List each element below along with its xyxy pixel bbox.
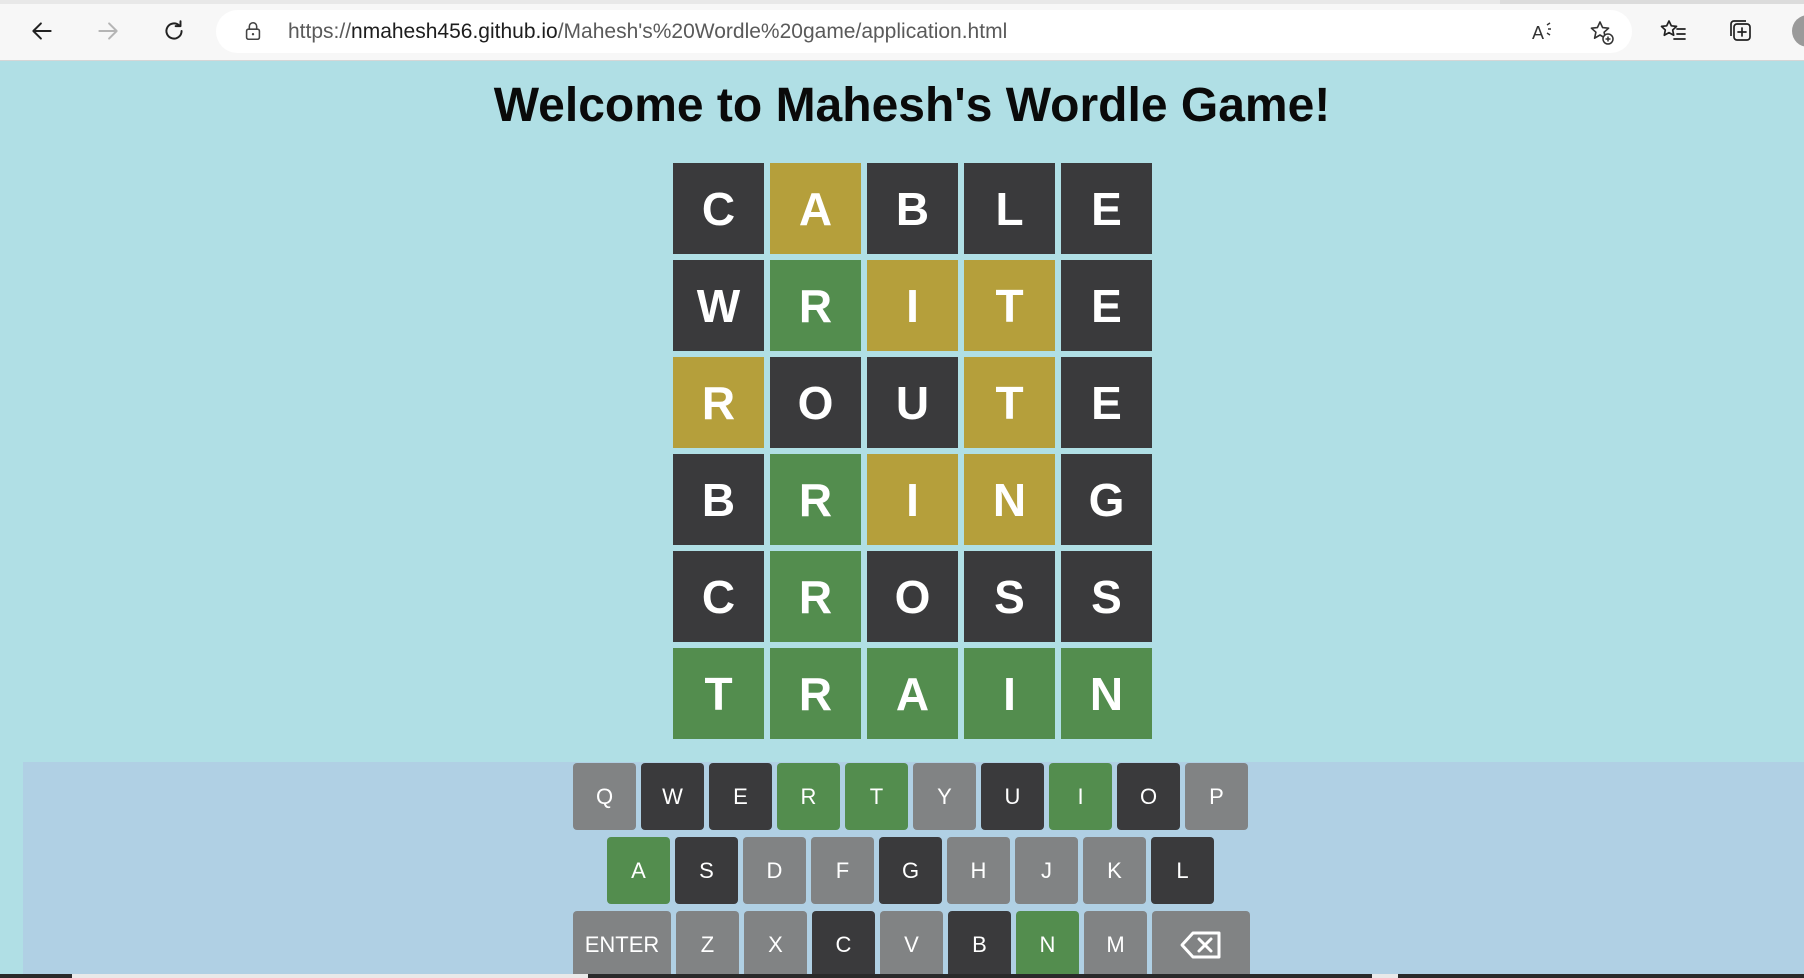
active-tab-indicator [0,0,1500,4]
keyboard-row-1: QWERTYUIOP [573,763,1248,830]
key-h[interactable]: H [947,837,1010,904]
board-tile: L [964,163,1055,254]
key-b[interactable]: B [948,911,1011,978]
taskbar-gap [72,974,588,978]
key-g[interactable]: G [879,837,942,904]
key-k[interactable]: K [1083,837,1146,904]
board-tile: W [673,260,764,351]
keyboard-row-2: ASDFGHJKL [607,837,1214,904]
key-t[interactable]: T [845,763,908,830]
back-button[interactable] [22,12,62,50]
url-prefix: https:// [288,20,352,43]
backspace-key[interactable] [1152,911,1250,978]
board-tile: S [1061,551,1152,642]
key-x[interactable]: X [744,911,807,978]
key-l[interactable]: L [1151,837,1214,904]
board-tile: O [770,357,861,448]
key-y[interactable]: Y [913,763,976,830]
board-tile: B [673,454,764,545]
key-e[interactable]: E [709,763,772,830]
key-r[interactable]: R [777,763,840,830]
board-tile: A [770,163,861,254]
url-text[interactable]: https://nmahesh456.github.io/Mahesh's%20… [288,20,1007,44]
refresh-button[interactable] [154,12,194,50]
key-m[interactable]: M [1084,911,1147,978]
key-w[interactable]: W [641,763,704,830]
board-tile: C [673,551,764,642]
board-tile: R [770,648,861,739]
key-u[interactable]: U [981,763,1044,830]
taskbar-gap [1372,974,1398,978]
lock-icon[interactable] [242,20,264,42]
board-tile: E [1061,163,1152,254]
forward-button[interactable] [88,12,128,50]
backspace-icon [1180,931,1221,958]
address-bar[interactable]: https://nmahesh456.github.io/Mahesh's%20… [216,10,1632,53]
board-tile: I [964,648,1055,739]
board-tile: N [1061,648,1152,739]
board-tile: R [770,454,861,545]
board-tile: C [673,163,764,254]
board-tile: E [1061,260,1152,351]
add-favorite-icon[interactable] [1588,19,1614,45]
key-o[interactable]: O [1117,763,1180,830]
key-n[interactable]: N [1016,911,1079,978]
board-tile: N [964,454,1055,545]
key-j[interactable]: J [1015,837,1078,904]
key-i[interactable]: I [1049,763,1112,830]
refresh-icon [165,20,183,40]
board-tile: B [867,163,958,254]
arrow-right-icon [98,22,118,40]
board-tile: S [964,551,1055,642]
favorites-icon[interactable] [1658,16,1688,46]
key-v[interactable]: V [880,911,943,978]
board-tile: A [867,648,958,739]
board-tile: T [673,648,764,739]
key-d[interactable]: D [743,837,806,904]
key-s[interactable]: S [675,837,738,904]
key-c[interactable]: C [812,911,875,978]
keyboard-row-3: ENTER Z X C V B N M [573,911,1250,978]
collections-icon[interactable] [1726,16,1756,46]
board-tile: R [770,551,861,642]
key-q[interactable]: Q [573,763,636,830]
key-a[interactable]: A [607,837,670,904]
svg-text:A: A [1532,23,1544,43]
board-tile: O [867,551,958,642]
game-board: CABLEWRITEROUTEBRINGCROSSTRAIN [673,163,1152,739]
url-host: nmahesh456.github.io [351,20,558,43]
browser-toolbar: https://nmahesh456.github.io/Mahesh's%20… [0,0,1804,61]
board-tile: E [1061,357,1152,448]
key-f[interactable]: F [811,837,874,904]
board-tile: R [770,260,861,351]
read-aloud-icon[interactable]: A [1530,19,1556,45]
board-tile: R [673,357,764,448]
board-tile: I [867,260,958,351]
keyboard: QWERTYUIOP ASDFGHJKL ENTER Z X C V B N M [23,762,1804,978]
enter-key[interactable]: ENTER [573,911,671,978]
profile-avatar[interactable] [1792,15,1804,47]
board-tile: G [1061,454,1152,545]
arrow-left-icon [32,22,52,40]
url-path: /Mahesh's%20Wordle%20game/application.ht… [557,20,1008,43]
board-tile: T [964,260,1055,351]
board-tile: T [964,357,1055,448]
board-tile: U [867,357,958,448]
key-p[interactable]: P [1185,763,1248,830]
key-z[interactable]: Z [676,911,739,978]
board-tile: I [867,454,958,545]
page-title: Welcome to Mahesh's Wordle Game! [493,79,1331,132]
